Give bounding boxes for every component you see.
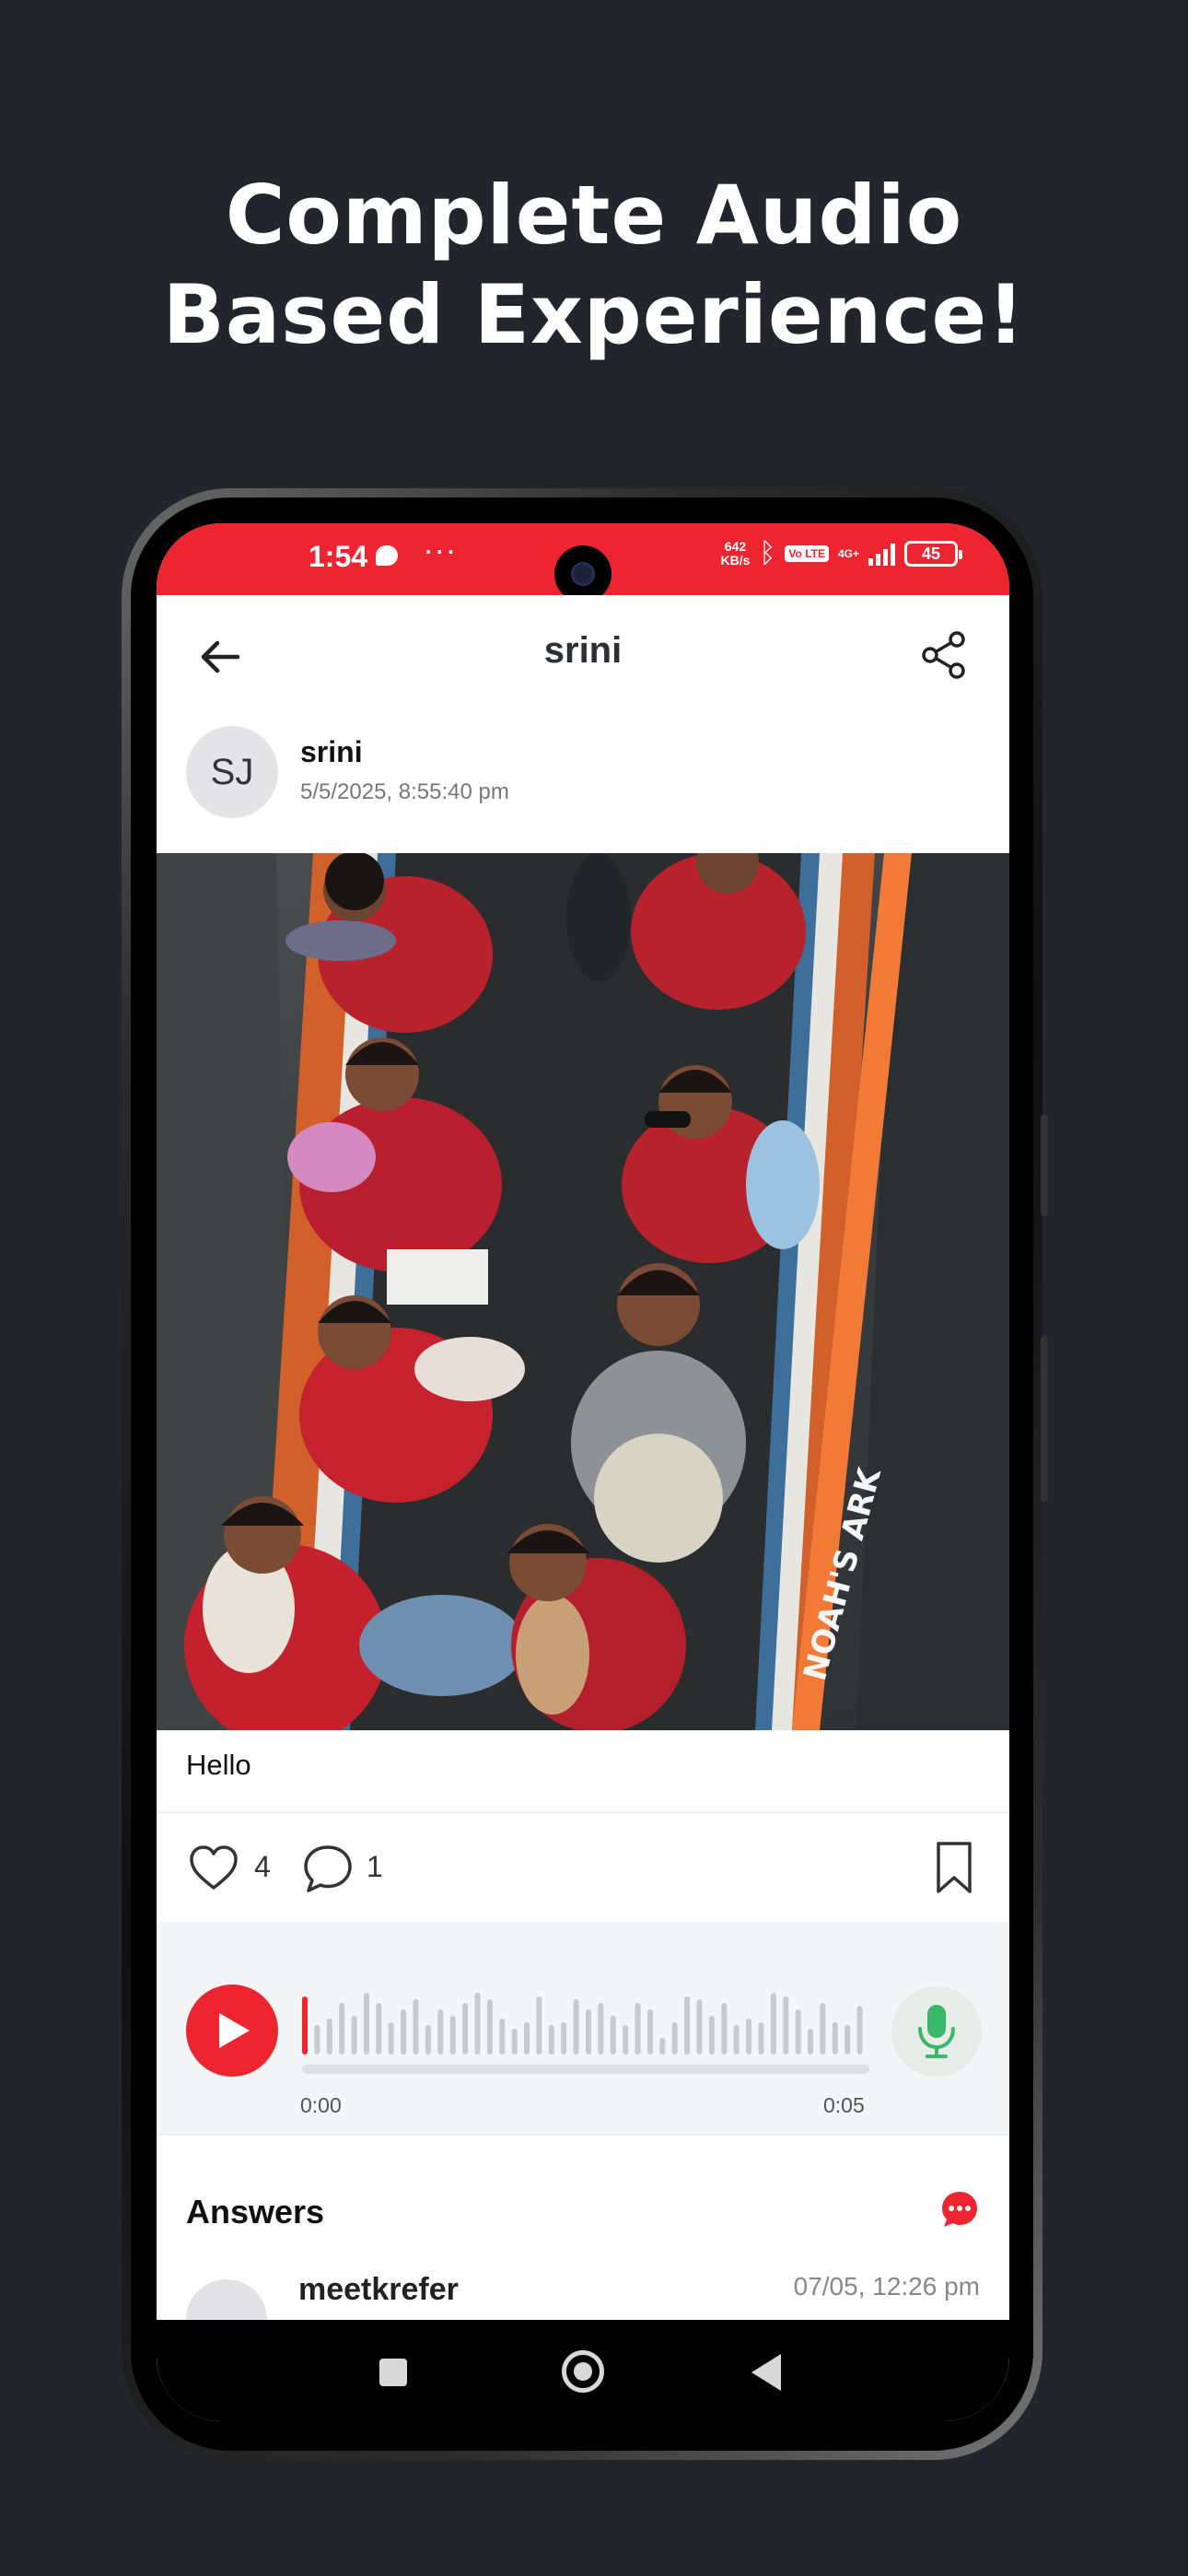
waveform-bar xyxy=(474,1993,481,2055)
status-bar: 1:54 ··· 642 KB/s ᛒ Vo LTE 4G+ 45 xyxy=(157,523,1009,603)
waveform-bar xyxy=(401,2009,407,2055)
audio-current-time: 0:00 xyxy=(300,2093,342,2117)
waveform-bar xyxy=(610,2016,616,2055)
square-icon[interactable] xyxy=(379,2359,407,2386)
waveform-bar xyxy=(746,2019,752,2055)
waveform-bar xyxy=(684,1996,691,2055)
waveform-bar xyxy=(844,2025,851,2055)
waveform-bar xyxy=(413,1999,419,2055)
answers-title: Answers xyxy=(186,2193,325,2231)
waveform-bar xyxy=(820,2003,826,2055)
waveform-bar xyxy=(314,2025,320,2055)
waveform-bar xyxy=(635,2003,641,2055)
waveform-bar xyxy=(708,2016,715,2055)
bookmark-icon[interactable] xyxy=(934,1841,974,1894)
answers-header: Answers xyxy=(157,2134,1009,2272)
waveform-bar xyxy=(449,2016,456,2055)
promo-headline: Complete Audio Based Experience! xyxy=(0,166,1188,365)
triangle-back-icon[interactable] xyxy=(751,2354,781,2391)
waveform-bar xyxy=(536,1996,542,2055)
phone-screen: 1:54 ··· 642 KB/s ᛒ Vo LTE 4G+ 45 srini xyxy=(157,523,1009,2421)
waveform-bar xyxy=(326,2019,332,2055)
waveform-bar xyxy=(351,2016,357,2055)
play-icon xyxy=(219,2013,250,2048)
heart-icon[interactable] xyxy=(188,1844,239,1892)
post-author-row[interactable]: SJ srini 5/5/2025, 8:55:40 pm xyxy=(157,715,1009,844)
waveform-bar xyxy=(573,1999,579,2055)
avatar[interactable]: SJ xyxy=(186,726,278,818)
network-type: 4G+ xyxy=(837,547,859,560)
waveform-bar xyxy=(437,2009,444,2055)
chat-bubble-icon[interactable] xyxy=(939,2189,980,2230)
waveform-bar xyxy=(486,1999,493,2055)
waveform-bar xyxy=(696,1999,703,2055)
waveform-bar xyxy=(376,2003,382,2055)
waveform-bar xyxy=(561,2022,567,2055)
system-nav-bar xyxy=(157,2320,1009,2421)
battery-icon: 45 xyxy=(904,541,962,567)
volte-icon: Vo LTE xyxy=(785,545,829,562)
record-answer-button[interactable] xyxy=(891,1986,982,2077)
comment-count: 1 xyxy=(367,1850,383,1883)
waveform-bar xyxy=(671,2022,678,2055)
post-actions: 4 1 xyxy=(157,1813,1009,1922)
waveform-bar xyxy=(721,2003,728,2055)
front-camera xyxy=(554,545,611,603)
waveform-bar xyxy=(856,2006,863,2055)
waveform-bar xyxy=(388,2022,394,2055)
audio-progress-bar[interactable] xyxy=(302,2065,869,2074)
waveform-bar xyxy=(524,2022,530,2055)
waveform-bar xyxy=(364,1993,369,2055)
microphone-icon xyxy=(918,2005,955,2058)
waveform-bar xyxy=(808,2029,813,2055)
audio-duration: 0:05 xyxy=(823,2093,865,2117)
waveform-bar xyxy=(499,2019,506,2055)
waveform-bar xyxy=(733,2025,740,2055)
post-caption: Hello xyxy=(186,1749,251,1781)
headline-line-1: Complete Audio xyxy=(225,168,963,263)
comment-icon[interactable] xyxy=(302,1843,354,1894)
post-image[interactable]: NOAH'S ARK xyxy=(157,853,1009,1730)
circle-icon[interactable] xyxy=(562,2350,604,2393)
chat-notification-icon xyxy=(376,545,398,566)
author-name[interactable]: srini xyxy=(300,735,363,769)
waveform-bar xyxy=(623,2025,629,2055)
share-icon[interactable] xyxy=(919,630,969,680)
waveform-bar xyxy=(425,2025,431,2055)
waveform-bar xyxy=(598,2003,604,2055)
waveform-bar xyxy=(758,2022,764,2055)
network-speed: 642 KB/s xyxy=(720,539,751,568)
waveform-bar xyxy=(302,1996,308,2055)
waveform-bar xyxy=(647,2009,653,2055)
waveform-bar xyxy=(548,2025,554,2055)
waveform-bar xyxy=(783,1996,789,2055)
answer-author-name[interactable]: meetkrefer xyxy=(298,2272,459,2308)
waveform-bar xyxy=(770,1993,776,2055)
play-button[interactable] xyxy=(186,1985,278,2077)
waveform-bar xyxy=(462,2003,469,2055)
audio-waveform[interactable] xyxy=(302,1988,869,2062)
bluetooth-icon: ᛒ xyxy=(759,538,776,568)
waveform-bar xyxy=(586,2009,591,2055)
waveform-bar xyxy=(511,2029,518,2055)
waveform-bar xyxy=(832,2022,838,2055)
status-indicators: 642 KB/s ᛒ Vo LTE 4G+ 45 xyxy=(720,538,962,569)
like-count: 4 xyxy=(254,1850,271,1883)
audio-player: 0:00 0:05 xyxy=(157,1922,1009,2134)
more-notifications-icon: ··· xyxy=(424,534,458,569)
status-time: 1:54 xyxy=(309,540,368,573)
post-timestamp: 5/5/2025, 8:55:40 pm xyxy=(300,779,509,804)
waveform-bar xyxy=(795,2009,801,2055)
app-bar: srini xyxy=(157,595,1009,715)
page-title: srini xyxy=(543,630,623,671)
headline-line-2: Based Experience! xyxy=(162,267,1026,362)
signal-icon xyxy=(868,542,895,566)
waveform-bar xyxy=(339,2003,345,2055)
waveform-bar xyxy=(659,2038,666,2055)
answer-timestamp: 07/05, 12:26 pm xyxy=(793,2272,980,2301)
